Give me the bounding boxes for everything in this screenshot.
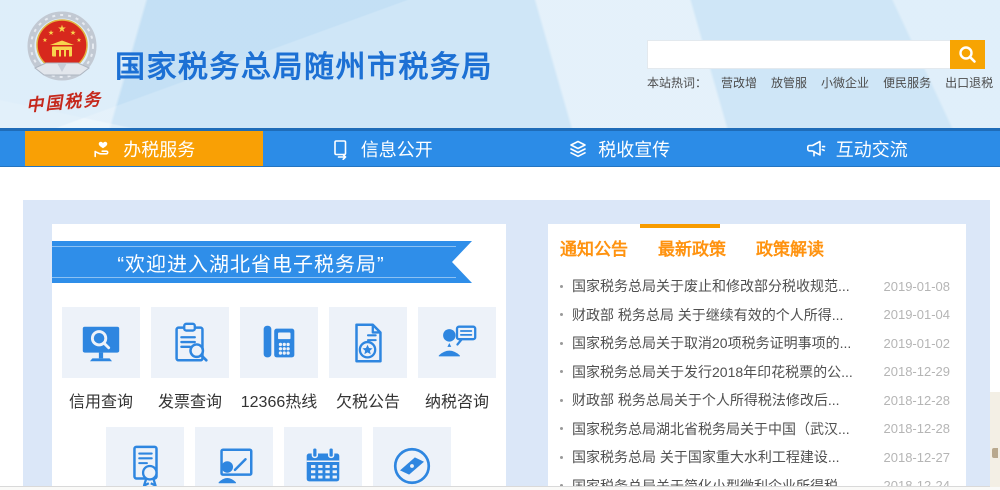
hot-word-link[interactable]: 小微企业 [821, 74, 869, 91]
site-search [647, 40, 985, 69]
service-tax-consultation[interactable]: 纳税咨询 [418, 307, 496, 412]
service-credit-inquiry[interactable]: 信用查询 [62, 307, 140, 412]
megaphone-icon [805, 138, 827, 160]
site-header: ★ ★ ★ ★ ★ 中国税务 国家税务总局随州市税务局 [0, 0, 1000, 128]
document-arrow-icon [330, 138, 352, 160]
news-row: 国家税务总局关于发行2018年印花税票的公... 2018-12-29 [560, 358, 950, 387]
service-label: 12366热线 [240, 388, 318, 412]
quick-services-row-2 [106, 427, 451, 490]
svg-text:★: ★ [70, 29, 76, 37]
bullet-dot-icon [560, 427, 563, 430]
hot-word-link[interactable]: 营改增 [721, 74, 757, 91]
calendar-icon [300, 443, 346, 489]
compass-icon [389, 443, 435, 489]
search-input[interactable] [647, 40, 950, 69]
svg-text:★: ★ [42, 37, 47, 44]
training-board-icon [211, 443, 257, 489]
service-certificate[interactable] [106, 427, 184, 490]
news-tabs: 通知公告 最新政策 政策解读 [560, 235, 824, 260]
widget-handle-icon [992, 448, 998, 458]
news-row: 国家税务总局关于取消20项税务证明事项的... 2019-01-02 [560, 329, 950, 358]
bullet-dot-icon [560, 456, 563, 459]
layers-icon [567, 138, 589, 160]
certificate-icon [122, 443, 168, 489]
bullet-dot-icon [560, 370, 563, 373]
news-link[interactable]: 国家税务总局关于取消20项税务证明事项的... [572, 333, 876, 353]
service-label: 欠税公告 [329, 388, 407, 412]
nav-tab-label: 互动交流 [836, 136, 908, 162]
page-title: 国家税务总局随州市税务局 [115, 42, 493, 86]
service-label: 纳税咨询 [418, 388, 496, 412]
search-button[interactable] [950, 40, 985, 69]
bullet-dot-icon [560, 285, 563, 288]
quick-services-row-1: 信用查询 发票查询 [62, 307, 496, 412]
nav-tab-label: 办税服务 [123, 136, 195, 162]
nav-tab-label: 税收宣传 [598, 136, 670, 162]
nav-tab-label: 信息公开 [361, 136, 433, 162]
news-row: 国家税务总局 关于国家重大水利工程建设... 2018-12-27 [560, 443, 950, 472]
nav-tab-interaction[interactable]: 互动交流 [738, 131, 976, 166]
nav-tab-info-disclosure[interactable]: 信息公开 [263, 131, 501, 166]
bullet-dot-icon [560, 342, 563, 345]
news-link[interactable]: 财政部 税务总局关于个人所得税法修改后... [572, 390, 876, 410]
service-label: 发票查询 [151, 388, 229, 412]
service-label: 信用查询 [62, 388, 140, 412]
nav-tab-tax-services[interactable]: 办税服务 [25, 131, 263, 166]
notice-star-icon [345, 320, 391, 366]
hot-words-bar: 本站热词： 营改增 放管服 小微企业 便民服务 出口退税 [647, 74, 993, 91]
news-link[interactable]: 国家税务总局湖北省税务局关于中国（武汉... [572, 419, 876, 439]
search-icon [958, 45, 977, 64]
news-date: 2019-01-02 [884, 336, 951, 351]
invoice-search-icon [167, 320, 213, 366]
nav-tab-tax-publicity[interactable]: 税收宣传 [500, 131, 738, 166]
svg-text:★: ★ [58, 24, 67, 35]
news-link[interactable]: 国家税务总局关于废止和修改部分税收规范... [572, 276, 876, 296]
service-calendar[interactable] [284, 427, 362, 490]
service-invoice-inquiry[interactable]: 发票查询 [151, 307, 229, 412]
hotline-phone-icon [256, 320, 302, 366]
news-row: 国家税务总局湖北省税务局关于中国（武汉... 2018-12-28 [560, 415, 950, 444]
monitor-search-icon [78, 320, 124, 366]
news-row: 国家税务总局关于废止和修改部分税收规范... 2019-01-08 [560, 272, 950, 301]
news-date: 2018-12-28 [884, 421, 951, 436]
svg-text:★: ★ [76, 37, 81, 44]
service-12366-hotline[interactable]: 12366热线 [240, 307, 318, 412]
hot-word-link[interactable]: 便民服务 [883, 74, 931, 91]
news-link[interactable]: 国家税务总局 关于国家重大水利工程建设... [572, 447, 876, 467]
news-list: 国家税务总局关于废止和修改部分税收规范... 2019-01-08 财政部 税务… [560, 272, 950, 490]
news-tab-notices[interactable]: 通知公告 [560, 235, 628, 260]
bullet-dot-icon [560, 399, 563, 402]
news-date: 2018-12-29 [884, 364, 951, 379]
hot-word-link[interactable]: 出口退税 [945, 74, 993, 91]
tax-bureau-homepage: ★ ★ ★ ★ ★ 中国税务 国家税务总局随州市税务局 [0, 0, 1000, 490]
news-date: 2019-01-08 [884, 279, 951, 294]
news-link[interactable]: 财政部 税务总局 关于继续有效的个人所得... [572, 305, 876, 325]
news-date: 2018-12-27 [884, 450, 951, 465]
china-tax-emblem-icon: ★ ★ ★ ★ ★ [20, 8, 104, 90]
bullet-dot-icon [560, 313, 563, 316]
hot-words-label: 本站热词： [647, 74, 707, 91]
active-tab-indicator [640, 224, 720, 228]
china-tax-logo: ★ ★ ★ ★ ★ 中国税务 [20, 8, 108, 113]
news-row: 财政部 税务总局关于个人所得税法修改后... 2018-12-28 [560, 386, 950, 415]
service-guide[interactable] [373, 427, 451, 490]
main-nav: 办税服务 信息公开 税收宣传 [0, 128, 1000, 167]
service-tax-arrears-notice[interactable]: 欠税公告 [329, 307, 407, 412]
svg-text:★: ★ [48, 29, 54, 37]
news-date: 2019-01-04 [884, 307, 951, 322]
news-tab-latest-policies[interactable]: 最新政策 [658, 235, 726, 260]
etax-welcome-banner[interactable]: “欢迎进入湖北省电子税务局” [52, 241, 472, 283]
service-training[interactable] [195, 427, 273, 490]
news-date: 2018-12-28 [884, 393, 951, 408]
news-link[interactable]: 国家税务总局关于发行2018年印花税票的公... [572, 362, 876, 382]
hand-heart-icon [92, 138, 114, 160]
news-row: 财政部 税务总局 关于继续有效的个人所得... 2019-01-04 [560, 301, 950, 330]
offscreen-floating-widget [990, 392, 1000, 487]
consult-person-icon [434, 320, 480, 366]
hot-word-link[interactable]: 放管服 [771, 74, 807, 91]
news-tab-policy-interpretation[interactable]: 政策解读 [756, 235, 824, 260]
